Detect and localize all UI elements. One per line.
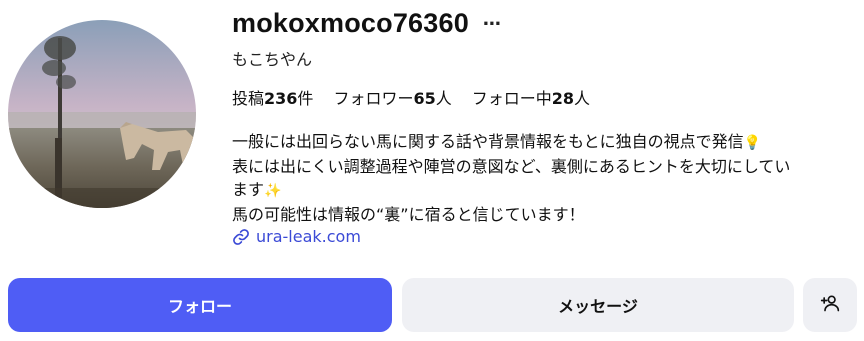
message-button-label: メッセージ — [558, 297, 638, 316]
bio-text: 表には出にくい調整過程や陣営の意図など、裏側にあるヒントを大切にしてい — [232, 157, 791, 176]
bio-line: 一般には出回らない馬に関する話や背景情報をもとに独自の視点で発信💡 — [232, 130, 852, 155]
posts-unit: 件 — [297, 89, 314, 108]
follow-button[interactable]: フォロー — [8, 278, 392, 332]
link-text: ura-leak.com — [256, 227, 361, 246]
bio-line: 馬の可能性は情報の“裏”に宿ると信じています！ — [232, 203, 852, 226]
posts-number: 236 — [264, 89, 298, 108]
bio-text: ます — [232, 180, 265, 199]
followers-count[interactable]: フォロワー65人 — [333, 85, 451, 109]
followers-label: フォロワー — [333, 89, 414, 108]
add-user-icon — [820, 293, 840, 317]
more-options-icon[interactable]: … — [483, 11, 501, 35]
bio-text: 一般には出回らない馬に関する話や背景情報をもとに独自の視点で発信 — [232, 132, 744, 151]
bio: 一般には出回らない馬に関する話や背景情報をもとに独自の視点で発信💡 表には出にく… — [232, 130, 852, 226]
message-button[interactable]: メッセージ — [402, 278, 794, 332]
posts-count[interactable]: 投稿236件 — [232, 85, 313, 109]
avatar-image — [8, 20, 196, 208]
following-unit: 人 — [574, 89, 591, 108]
lightbulb-icon: 💡 — [743, 135, 762, 151]
bio-line: 表には出にくい調整過程や陣営の意図など、裏側にあるヒントを大切にしてい — [232, 155, 852, 178]
followers-number: 65 — [413, 89, 436, 108]
profile-stats: 投稿236件 フォロワー65人 フォロー中28人 — [232, 85, 610, 109]
display-name: もこちやん — [232, 50, 313, 69]
profile-page: mokoxmoco76360 … もこちやん 投稿236件 フォロワー65人 フ… — [0, 0, 864, 341]
sparkles-icon: ✨ — [264, 183, 282, 199]
follow-button-label: フォロー — [167, 297, 232, 316]
username: mokoxmoco76360 — [232, 7, 469, 38]
following-label: フォロー中 — [471, 89, 552, 108]
avatar[interactable] — [8, 20, 196, 208]
bio-text: 馬の可能性は情報の“裏”に宿ると信じています！ — [232, 205, 585, 224]
name-row: mokoxmoco76360 … — [232, 6, 501, 40]
profile-link[interactable]: ura-leak.com — [232, 227, 361, 246]
following-count[interactable]: フォロー中28人 — [472, 85, 590, 109]
followers-unit: 人 — [435, 89, 452, 108]
add-user-button[interactable] — [803, 278, 857, 332]
link-icon — [232, 228, 250, 246]
posts-label: 投稿 — [232, 89, 265, 108]
bio-line: ます✨ — [232, 178, 852, 203]
following-number: 28 — [551, 89, 575, 108]
